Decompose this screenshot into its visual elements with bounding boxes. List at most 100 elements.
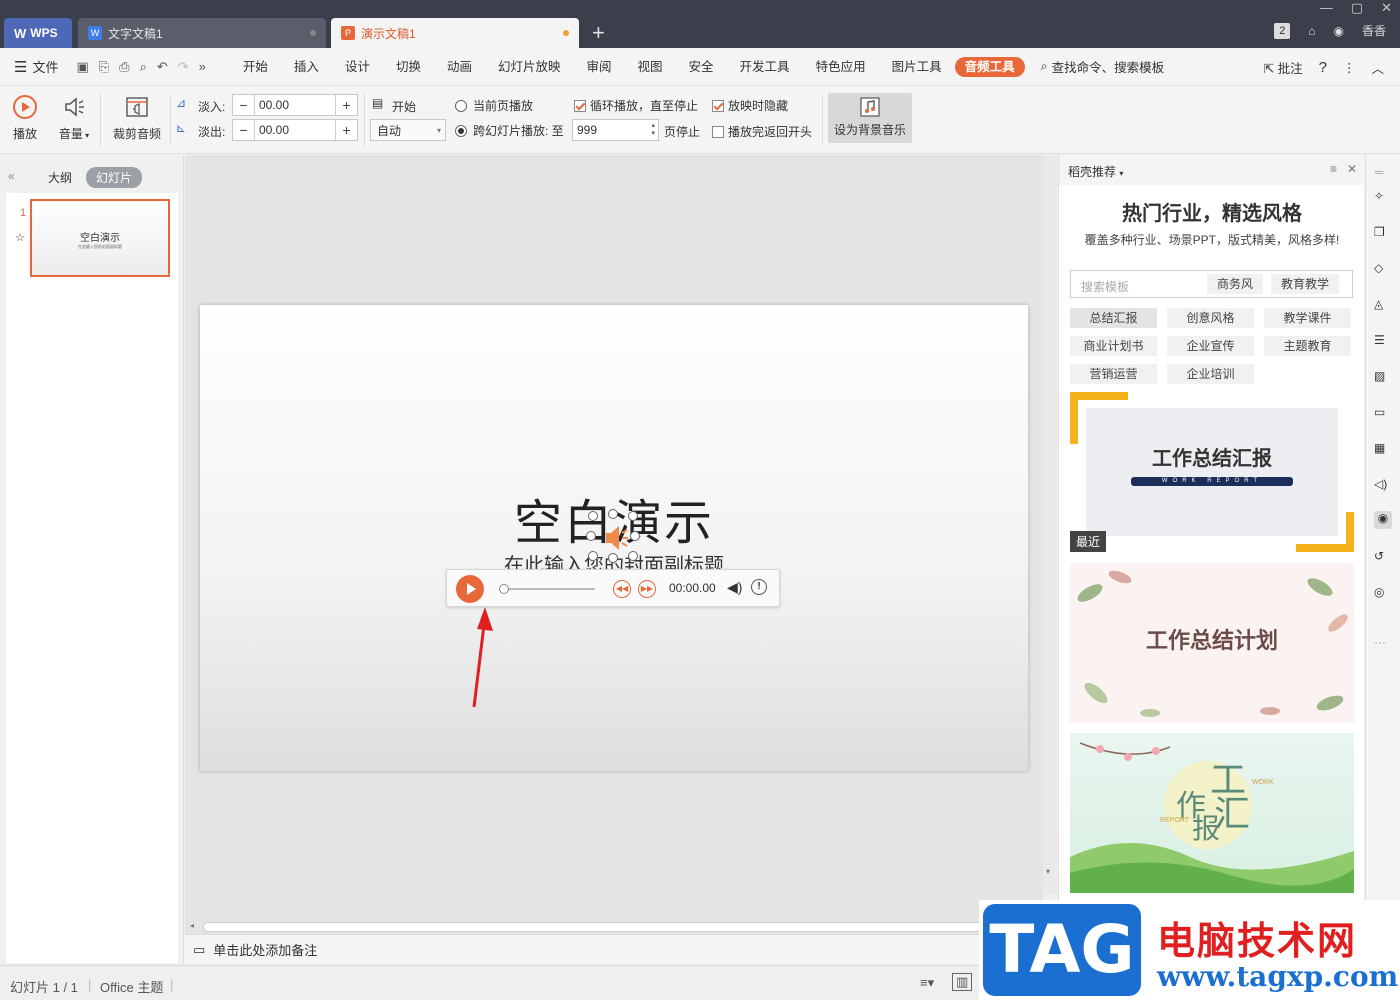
volume-button[interactable]: 音量 ▾ — [56, 94, 92, 142]
menu-tab-10[interactable]: 特色应用 — [803, 48, 879, 86]
location-icon[interactable]: ◎ — [1374, 585, 1392, 603]
horizontal-scrollbar[interactable]: ◂ — [185, 920, 1043, 934]
category-2[interactable]: 教学课件 — [1264, 308, 1351, 328]
template-card-spring[interactable]: 工 作 汇 报 WORK REPORT — [1070, 733, 1354, 893]
fade-out-decrease-button[interactable]: − — [233, 120, 255, 140]
template-search-input[interactable]: 搜索模板 商务风 教育教学 — [1070, 270, 1353, 298]
more-icon[interactable]: ··· — [1374, 635, 1392, 653]
fade-out-increase-button[interactable]: + — [335, 120, 357, 140]
vertical-scrollbar[interactable]: ▾ — [1043, 155, 1057, 895]
category-4[interactable]: 企业宣传 — [1167, 336, 1254, 356]
template-card-work-plan[interactable]: 工作总结计划 — [1070, 563, 1354, 723]
seek-track[interactable] — [499, 588, 595, 590]
resize-handle[interactable] — [628, 511, 638, 521]
export-icon[interactable]: ⎘ — [99, 59, 109, 75]
print-preview-icon[interactable]: ⌕ — [140, 59, 147, 75]
picture-icon[interactable]: ▦ — [1374, 441, 1392, 459]
tab-presentation[interactable]: P 演示文稿1 — [331, 18, 579, 48]
player-play-button[interactable] — [456, 575, 484, 603]
menu-tab-9[interactable]: 开发工具 — [727, 48, 803, 86]
user-name[interactable]: 香香 — [1362, 22, 1386, 39]
menu-tab-7[interactable]: 视图 — [625, 48, 676, 86]
print-icon[interactable]: ⎙ — [119, 59, 129, 75]
history-icon[interactable]: ↺ — [1374, 549, 1392, 567]
menu-tab-11[interactable]: 图片工具 — [879, 48, 955, 86]
resize-handle[interactable] — [630, 531, 640, 541]
fill-icon[interactable]: ◬ — [1374, 297, 1392, 315]
shapes-icon[interactable]: ◇ — [1374, 261, 1392, 279]
chip-education[interactable]: 教育教学 — [1271, 274, 1340, 294]
menu-tab-2[interactable]: 设计 — [332, 48, 383, 86]
audio-icon[interactable]: ◁) — [1374, 477, 1392, 495]
collapse-ribbon-icon[interactable]: ︿ — [1371, 58, 1384, 77]
skin-icon[interactable]: ⌂ — [1308, 24, 1315, 38]
magic-icon[interactable]: ✧ — [1374, 189, 1392, 207]
loop-checkbox[interactable]: 循环播放，直至停止 — [574, 97, 698, 114]
category-6[interactable]: 营销运营 — [1070, 364, 1157, 384]
slide-thumbnail[interactable]: 空白演示 在此输入您的封面副标题 — [30, 199, 170, 277]
adjust-icon[interactable]: ☰ — [1374, 333, 1392, 351]
menu-tab-0[interactable]: 开始 — [230, 48, 281, 86]
trim-audio-button[interactable]: 裁剪音频 — [110, 94, 164, 142]
undo-icon[interactable]: ↶ — [157, 59, 168, 75]
help-icon[interactable]: ? — [1319, 59, 1327, 76]
hide-on-show-checkbox[interactable]: 放映时隐藏 — [712, 97, 788, 114]
tab-wps[interactable]: W WPS — [4, 18, 72, 48]
resize-handle[interactable] — [608, 553, 618, 563]
redo-icon[interactable]: ↷ — [178, 59, 189, 75]
archive-icon[interactable]: ▭ — [1374, 405, 1392, 423]
slide[interactable]: 空白演示 在此输入您的封面副标题 ◀◀ ▶▶ 00:00.00 ◀) ! — [200, 305, 1028, 771]
player-info-icon[interactable]: ! — [751, 579, 767, 595]
fade-in-increase-button[interactable]: + — [335, 95, 357, 115]
resize-handle[interactable] — [608, 509, 618, 519]
pane-header-title[interactable]: 稻壳推荐 — [1068, 165, 1116, 179]
play-button[interactable]: 播放 — [10, 94, 40, 142]
category-5[interactable]: 主题教育 — [1264, 336, 1351, 356]
template-recommend-icon[interactable]: ◉ — [1374, 511, 1392, 529]
file-menu[interactable]: ☰ 文件 — [14, 57, 58, 76]
fade-out-stepper[interactable]: − 00.00 + — [232, 119, 358, 141]
tab-slides[interactable]: 幻灯片 — [86, 167, 143, 188]
user-avatar-icon[interactable]: ◉ — [1334, 24, 1344, 38]
tab-document[interactable]: W 文字文稿1 — [78, 18, 326, 48]
view-mode-icon[interactable]: ≡▾ — [920, 975, 934, 991]
rewind-checkbox[interactable]: 播放完返回开头 — [712, 123, 812, 140]
fade-out-input[interactable]: 00.00 — [255, 123, 335, 137]
notes-area[interactable]: ▭ 单击此处添加备注 — [185, 934, 1043, 964]
category-0[interactable]: 总结汇报 — [1070, 308, 1157, 328]
category-3[interactable]: 商业计划书 — [1070, 336, 1157, 356]
spin-arrows-icon[interactable]: ▴ ▾ — [651, 122, 658, 138]
stop-page-input[interactable]: 999 ▴ ▾ — [572, 119, 659, 141]
current-page-radio[interactable]: 当前页播放 — [455, 97, 533, 114]
category-7[interactable]: 企业培训 — [1167, 364, 1254, 384]
image-search-icon[interactable]: ▨ — [1374, 369, 1392, 387]
theme-name[interactable]: Office 主题 — [100, 977, 163, 996]
tab-outline[interactable]: 大纲 — [38, 167, 82, 188]
menu-tab-3[interactable]: 切换 — [383, 48, 434, 86]
category-1[interactable]: 创意风格 — [1167, 308, 1254, 328]
menu-tab-5[interactable]: 幻灯片放映 — [485, 48, 574, 86]
resize-handle[interactable] — [586, 531, 596, 541]
pane-header-dropdown-icon[interactable]: ▾ — [1119, 169, 1123, 178]
fade-in-decrease-button[interactable]: − — [233, 95, 255, 115]
copy-icon[interactable]: ❐ — [1374, 225, 1392, 243]
pane-close-icon[interactable]: ✕ — [1347, 162, 1357, 176]
close-icon[interactable]: ✕ — [1381, 0, 1392, 16]
template-card-work-report[interactable]: 工作总结汇报 WORK REPORT 最近 — [1070, 392, 1354, 552]
collapse-panel-icon[interactable]: « — [8, 169, 15, 183]
tab-count-badge[interactable]: 2 — [1274, 22, 1291, 39]
resize-handle[interactable] — [588, 511, 598, 521]
cross-slide-radio[interactable]: 跨幻灯片播放: 至 — [455, 122, 564, 139]
seek-handle[interactable] — [499, 584, 509, 594]
new-tab-button[interactable]: + — [592, 20, 605, 46]
scroll-thumb[interactable] — [203, 922, 1023, 932]
chip-business[interactable]: 商务风 — [1207, 274, 1264, 294]
more-options-icon[interactable]: ⋮ — [1343, 60, 1356, 75]
more-chevron-icon[interactable]: » — [199, 59, 206, 75]
command-search[interactable]: ⌕ 查找命令、搜索模板 — [1041, 57, 1165, 76]
tab-document-close-dot[interactable] — [310, 30, 316, 36]
maximize-icon[interactable]: ▢ — [1351, 0, 1363, 16]
start-mode-select[interactable]: 自动 ▾ — [370, 119, 446, 141]
scroll-down-icon[interactable]: ▾ — [1046, 867, 1050, 876]
fade-in-stepper[interactable]: − 00.00 + — [232, 94, 358, 116]
